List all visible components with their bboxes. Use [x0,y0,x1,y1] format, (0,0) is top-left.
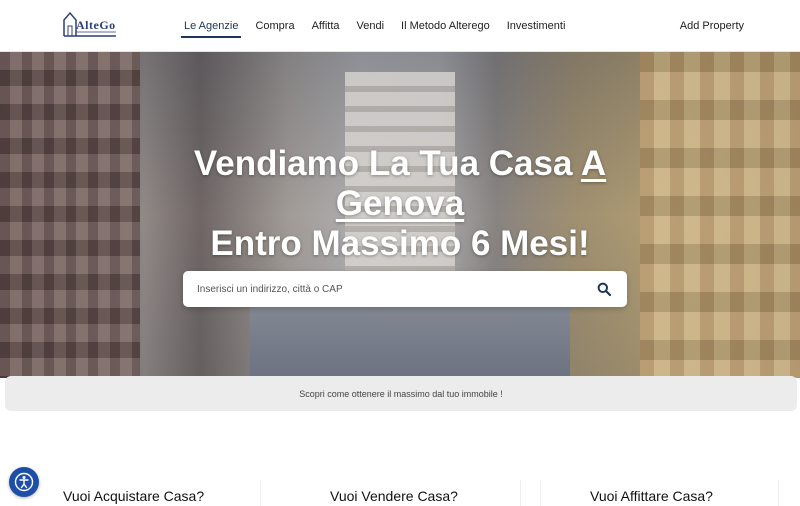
nav-label: Vendi [356,20,385,32]
card-title-affittare[interactable]: Vuoi Affittare Casa? [590,488,713,504]
card-title-vendere[interactable]: Vuoi Vendere Casa? [330,488,458,504]
hero-title-text: Vendiamo La Tua Casa [193,144,581,183]
nav-label: Il Metodo Alterego [401,20,490,32]
nav-item-compra[interactable]: Compra [249,0,300,52]
hero-title-line2: Genova [0,184,800,224]
site-header: AlteGo Le Agenzie Compra Affitta Vendi I… [0,0,800,52]
hero-title-line1: Vendiamo La Tua Casa A [0,144,800,184]
accessibility-button[interactable] [9,467,39,497]
card-divider [260,480,261,506]
hero-title-underlined: A [580,144,607,183]
service-cards: Vuoi Acquistare Casa? Vuoi Vendere Casa?… [0,470,800,506]
banner-text: Scopri come ottenere il massimo dal tuo … [299,388,503,399]
search-icon[interactable] [597,282,611,296]
search-input[interactable] [197,280,587,298]
brand-logo[interactable]: AlteGo [62,10,118,38]
search-bar [183,271,627,307]
nav-item-investimenti[interactable]: Investimenti [501,0,572,52]
main-nav: Le Agenzie Compra Affitta Vendi Il Metod… [178,0,576,52]
add-property-link[interactable]: Add Property [680,0,744,52]
card-divider [520,480,521,506]
nav-item-le-agenzie[interactable]: Le Agenzie [178,0,244,52]
accessibility-icon [14,472,34,492]
nav-item-vendi[interactable]: Vendi [351,0,391,52]
nav-item-metodo-alterego[interactable]: Il Metodo Alterego [395,0,496,52]
card-divider [778,480,779,506]
nav-item-affitta[interactable]: Affitta [306,0,346,52]
logo-text: AlteGo [76,18,116,32]
nav-label: Le Agenzie [184,20,239,32]
card-divider [540,480,541,506]
nav-label: Compra [255,20,295,32]
hero-city: Genova [335,184,465,223]
hero-section: Vendiamo La Tua Casa A Genova Entro Mass… [0,52,800,378]
card-title-acquistare[interactable]: Vuoi Acquistare Casa? [63,488,204,504]
nav-label: Investimenti [506,20,566,32]
nav-label: Affitta [311,20,340,32]
hero-title-line3: Entro Massimo 6 Mesi! [210,224,590,263]
info-banner[interactable]: Scopri come ottenere il massimo dal tuo … [5,376,797,411]
